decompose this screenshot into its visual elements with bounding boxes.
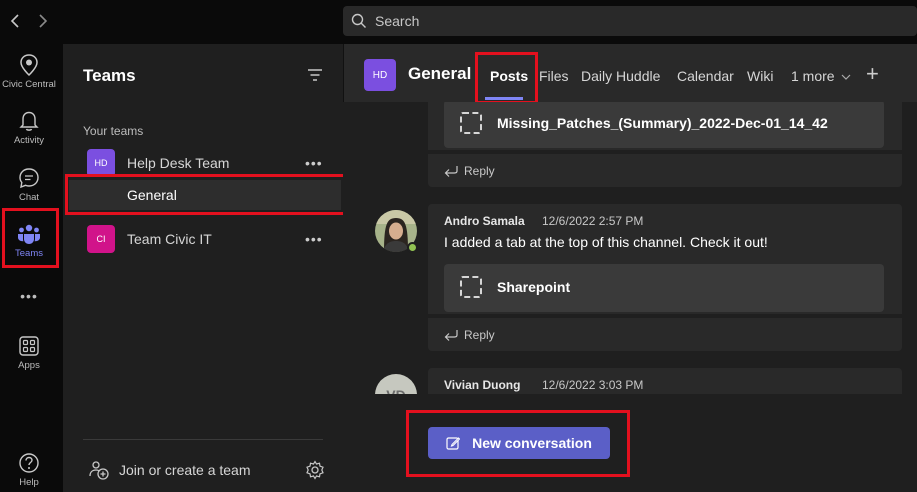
channel-title: General xyxy=(408,64,472,83)
bell-icon xyxy=(19,111,39,131)
app-civic-central[interactable]: Civic Central xyxy=(0,54,58,90)
presence-available-icon xyxy=(407,242,418,253)
reply-label: Reply xyxy=(464,164,495,178)
team-avatar: CI xyxy=(87,225,115,253)
attachment-card[interactable]: Sharepoint xyxy=(444,264,884,312)
join-label: Join or create a team xyxy=(119,462,251,478)
tab-more-label: 1 more xyxy=(791,68,835,84)
post-author: Vivian Duong xyxy=(444,378,521,392)
search-icon xyxy=(351,13,366,28)
attachment-name: Missing_Patches_(Summary)_2022-Dec-01_14… xyxy=(497,115,828,131)
location-pin-icon xyxy=(20,54,38,76)
post-author: Andro Samala xyxy=(444,214,525,228)
tab-wiki[interactable]: Wiki xyxy=(747,68,773,84)
file-icon xyxy=(460,112,482,134)
post-timestamp: 12/6/2022 3:03 PM xyxy=(542,378,644,392)
app-activity[interactable]: Activity xyxy=(0,110,58,146)
avatar[interactable]: VD xyxy=(375,374,417,394)
reply-button[interactable]: Reply xyxy=(428,317,902,351)
post-card: Vivian Duong 12/6/2022 3:03 PM xyxy=(428,368,902,394)
app-label: Civic Central xyxy=(2,79,56,90)
add-people-icon xyxy=(89,461,109,480)
post-timestamp: 12/6/2022 2:57 PM xyxy=(542,214,644,228)
app-apps[interactable]: Apps xyxy=(0,335,58,371)
team-avatar: HD xyxy=(364,59,396,91)
tab-daily-huddle[interactable]: Daily Huddle xyxy=(581,68,660,84)
app-label: Activity xyxy=(13,135,45,146)
gear-icon[interactable] xyxy=(305,460,325,480)
help-icon xyxy=(19,453,39,473)
apps-icon xyxy=(19,336,39,356)
post-message: I added a tab at the top of this channel… xyxy=(444,234,768,250)
tab-files[interactable]: Files xyxy=(539,68,569,84)
panel-title: Teams xyxy=(83,66,136,85)
search-box[interactable]: Search xyxy=(343,6,917,36)
chevron-down-icon xyxy=(842,74,851,80)
more-options-icon[interactable]: ••• xyxy=(305,155,323,171)
app-chat[interactable]: Chat xyxy=(0,167,58,203)
title-bar: Search xyxy=(0,0,917,44)
channel-header: HD General Posts Files Daily Huddle Cale… xyxy=(343,44,917,104)
reply-icon xyxy=(444,330,458,341)
join-create-team-button[interactable]: Join or create a team xyxy=(63,452,343,488)
post-card: Missing_Patches_(Summary)_2022-Dec-01_14… xyxy=(428,102,902,150)
app-label: Chat xyxy=(18,192,40,203)
highlight-teams xyxy=(2,208,59,268)
your-teams-label: Your teams xyxy=(83,124,144,138)
team-name: Team Civic IT xyxy=(127,231,212,247)
tab-more[interactable]: 1 more xyxy=(791,68,851,84)
highlight-general xyxy=(65,174,346,215)
team-avatar: HD xyxy=(87,149,115,177)
app-bar: Civic Central Activity Chat Teams ••• Ap… xyxy=(0,44,63,492)
chat-icon xyxy=(19,168,39,189)
app-help[interactable]: Help xyxy=(0,452,58,488)
reply-icon xyxy=(444,166,458,177)
search-placeholder: Search xyxy=(375,13,420,29)
teams-panel: Teams Your teams HD Help Desk Team ••• G… xyxy=(63,44,346,492)
team-name: Help Desk Team xyxy=(127,155,230,171)
reply-button[interactable]: Reply xyxy=(428,153,902,187)
more-dots-icon: ••• xyxy=(20,288,38,304)
back-arrow-icon[interactable] xyxy=(5,11,25,31)
posts-feed: Missing_Patches_(Summary)_2022-Dec-01_14… xyxy=(343,102,917,394)
app-label: Apps xyxy=(18,360,40,371)
more-apps-button[interactable]: ••• xyxy=(0,288,58,304)
more-options-icon[interactable]: ••• xyxy=(305,231,323,247)
highlight-posts xyxy=(475,52,538,104)
attachment-name: Sharepoint xyxy=(497,279,571,295)
divider xyxy=(83,439,323,440)
composer-area: New conversation xyxy=(343,394,917,492)
file-icon xyxy=(460,276,482,298)
app-label: Help xyxy=(19,477,39,488)
tab-calendar[interactable]: Calendar xyxy=(677,68,734,84)
team-row-civic-it[interactable]: CI Team Civic IT ••• xyxy=(63,223,343,255)
post-card: Andro Samala 12/6/2022 2:57 PM I added a… xyxy=(428,204,902,314)
highlight-new-conversation xyxy=(406,410,630,477)
add-tab-button[interactable]: + xyxy=(866,61,879,87)
reply-label: Reply xyxy=(464,328,495,342)
filter-icon[interactable] xyxy=(307,68,323,87)
forward-arrow-icon[interactable] xyxy=(33,11,53,31)
attachment-card[interactable]: Missing_Patches_(Summary)_2022-Dec-01_14… xyxy=(444,102,884,148)
